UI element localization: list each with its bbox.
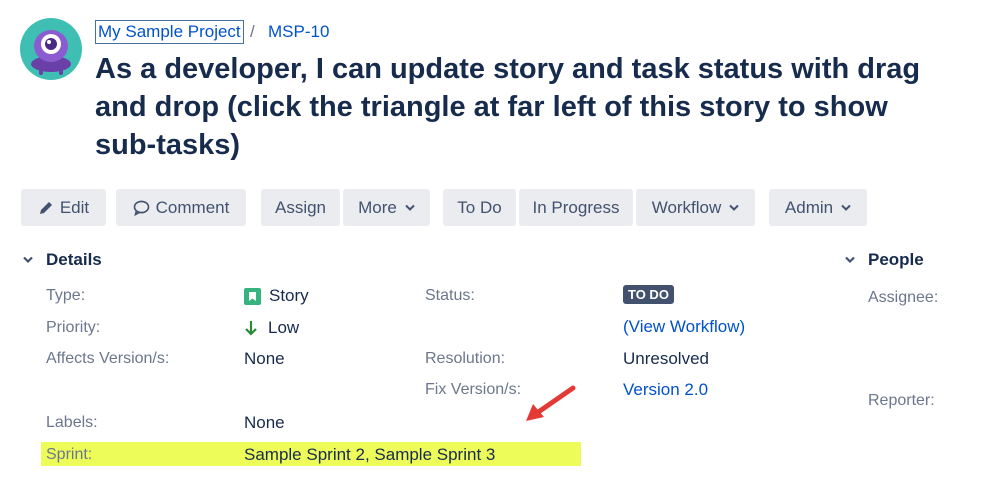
more-button-label: More bbox=[358, 197, 397, 217]
admin-dropdown-button[interactable]: Admin bbox=[769, 189, 867, 226]
admin-button-label: Admin bbox=[784, 197, 834, 217]
sprint-label: Sprint: bbox=[46, 446, 93, 463]
breadcrumb-project-link[interactable]: My Sample Project bbox=[95, 20, 244, 44]
resolution-label: Resolution: bbox=[425, 350, 506, 367]
comment-button-label: Comment bbox=[155, 197, 230, 217]
view-workflow-link[interactable]: (View Workflow) bbox=[623, 317, 745, 337]
in-progress-button[interactable]: In Progress bbox=[519, 189, 633, 226]
type-value-text: Story bbox=[269, 286, 309, 305]
details-section-toggle[interactable]: Details bbox=[22, 250, 102, 270]
more-dropdown-button[interactable]: More bbox=[343, 189, 430, 226]
assign-button[interactable]: Assign bbox=[261, 189, 340, 226]
comment-icon bbox=[133, 200, 150, 216]
chevron-down-icon bbox=[22, 255, 34, 265]
labels-value: None bbox=[244, 413, 285, 432]
fix-version-link[interactable]: Version 2.0 bbox=[623, 380, 708, 400]
edit-button[interactable]: Edit bbox=[21, 189, 106, 226]
to-do-button-label: To Do bbox=[457, 197, 502, 217]
arrow-down-icon bbox=[244, 320, 258, 336]
resolution-value: Unresolved bbox=[623, 349, 709, 368]
chevron-down-icon bbox=[841, 204, 851, 212]
priority-value-text: Low bbox=[268, 318, 300, 337]
affects-version-label: Affects Version/s: bbox=[46, 350, 170, 367]
fix-version-label: Fix Version/s: bbox=[425, 381, 522, 398]
assign-button-label: Assign bbox=[274, 197, 327, 217]
status-lozenge: TO DO bbox=[623, 285, 674, 304]
story-icon bbox=[244, 287, 261, 305]
chevron-down-icon bbox=[844, 255, 856, 265]
issue-title: As a developer, I can update story and t… bbox=[95, 53, 921, 161]
affects-version-value: None bbox=[244, 349, 285, 368]
chevron-down-icon bbox=[729, 204, 740, 212]
project-avatar-icon[interactable] bbox=[20, 18, 82, 80]
edit-button-label: Edit bbox=[59, 197, 90, 217]
workflow-button-label: Workflow bbox=[651, 197, 722, 217]
type-label: Type: bbox=[46, 287, 86, 304]
people-heading: People bbox=[868, 250, 924, 269]
priority-value: Low bbox=[244, 318, 299, 338]
type-value: Story bbox=[244, 286, 309, 306]
chevron-down-icon bbox=[405, 204, 415, 212]
comment-button[interactable]: Comment bbox=[116, 189, 246, 226]
to-do-button[interactable]: To Do bbox=[443, 189, 516, 226]
sprint-value: Sample Sprint 2, Sample Sprint 3 bbox=[244, 445, 496, 464]
labels-label: Labels: bbox=[46, 414, 98, 431]
status-label: Status: bbox=[425, 287, 475, 304]
status-lozenge-text: TO DO bbox=[623, 285, 674, 304]
in-progress-button-label: In Progress bbox=[532, 197, 620, 217]
workflow-dropdown-button[interactable]: Workflow bbox=[636, 189, 755, 226]
breadcrumb-separator: / bbox=[250, 22, 255, 41]
pencil-icon bbox=[38, 200, 54, 216]
assignee-label: Assignee: bbox=[868, 289, 939, 306]
reporter-label: Reporter: bbox=[868, 392, 935, 409]
details-heading: Details bbox=[46, 250, 102, 269]
people-section-toggle[interactable]: People bbox=[844, 250, 924, 270]
breadcrumb-issue-key-link[interactable]: MSP-10 bbox=[268, 21, 329, 43]
red-arrow-annotation bbox=[526, 385, 576, 421]
priority-label: Priority: bbox=[46, 319, 101, 336]
